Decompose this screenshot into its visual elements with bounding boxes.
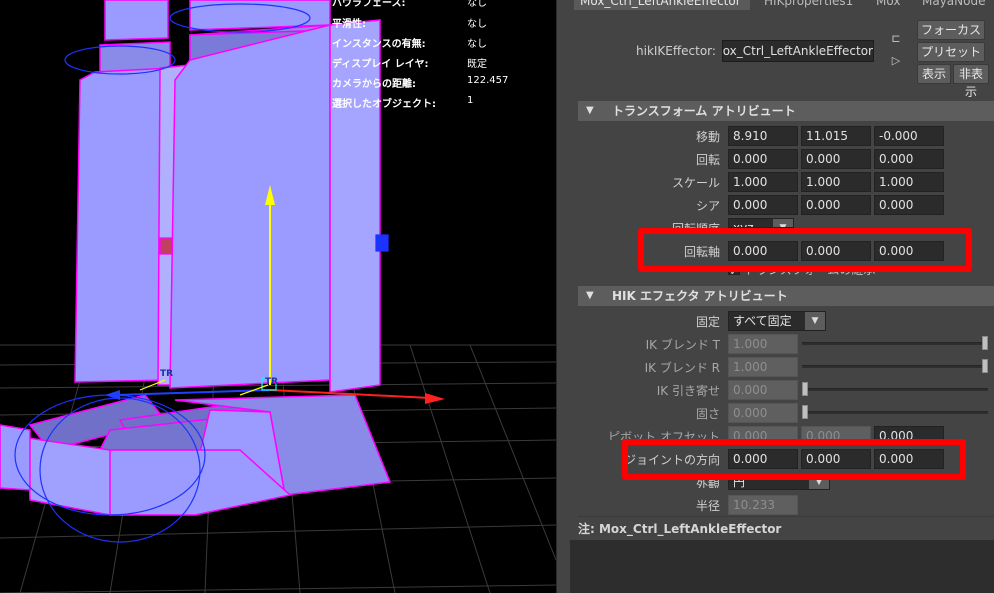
ik-pull-label: IK 引き寄せ: [656, 384, 720, 398]
scene-render[interactable]: [0, 0, 556, 593]
rotate-order-dropdown[interactable]: xyz ▼: [728, 218, 794, 228]
output-connection-icon[interactable]: ▷: [888, 54, 904, 68]
shear-y-field[interactable]: 0.000: [801, 195, 871, 215]
rotate-x-field[interactable]: 0.000: [728, 149, 798, 169]
section-title: トランスフォーム アトリビュート: [612, 104, 796, 118]
node-type-label: hikIKEffector:: [636, 44, 716, 58]
pinning-label: 固定: [695, 315, 720, 329]
chevron-down-icon: ▼: [805, 312, 825, 330]
collapse-triangle-icon: ▼: [586, 290, 594, 301]
pinning-dropdown[interactable]: すべて固定 ▼: [728, 311, 826, 331]
ik-pull-field[interactable]: 0.000: [728, 380, 798, 400]
section-hik-effector-attributes[interactable]: ▼ HIK エフェクタ アトリビュート: [578, 286, 994, 306]
shear-x-field[interactable]: 0.000: [728, 195, 798, 215]
shear-label: シア: [695, 199, 720, 213]
stiffness-label: 固さ: [695, 407, 720, 421]
hide-button[interactable]: 非表示: [953, 64, 989, 99]
tab-mox-ctrl-left-ankle-effector[interactable]: Mox_Ctrl_LeftAnkleEffector: [574, 0, 750, 10]
ik-blend-r-slider[interactable]: [802, 359, 988, 373]
viewport-3d[interactable]: TR TR ハウラフェース: なし 平滑性: なし インスタンスの有無: なし ディス…: [0, 0, 556, 593]
rotate-z-field[interactable]: 0.000: [874, 149, 944, 169]
manip-label-tr-2: TR: [265, 377, 279, 387]
ik-blend-r-field[interactable]: 1.000: [728, 357, 798, 377]
pivot-offset-x-field[interactable]: 0.000: [728, 426, 798, 440]
tab-hikproperties1[interactable]: HIKproperties1: [758, 0, 859, 10]
attribute-editor: Mox_Ctrl_LeftAnkleEffector HIKproperties…: [570, 0, 994, 593]
notes-label: 注: Mox_Ctrl_LeftAnkleEffector: [578, 522, 782, 536]
scale-x-field[interactable]: 1.000: [728, 172, 798, 192]
rotate-y-field[interactable]: 0.000: [801, 149, 871, 169]
translate-x-field[interactable]: 8.910: [728, 126, 798, 146]
tab-mayanode[interactable]: MayaNode: [916, 0, 991, 10]
slider-knob[interactable]: [982, 359, 988, 373]
rotate-label: 回転: [695, 153, 720, 167]
translate-y-field[interactable]: 11.015: [801, 126, 871, 146]
ik-blend-r-label: IK ブレンド R: [644, 361, 720, 375]
section-title: HIK エフェクタ アトリビュート: [612, 289, 788, 303]
panel-splitter[interactable]: [556, 0, 570, 593]
highlight-joint-orient: [622, 439, 966, 480]
pivot-offset-y-field[interactable]: 0.000: [801, 426, 871, 440]
pivot-offset-z-field[interactable]: 0.000: [874, 426, 944, 440]
rotate-order-label: 回転順序: [580, 220, 720, 228]
radius-label: 半径: [695, 499, 720, 513]
translate-label: 移動: [695, 130, 720, 144]
shear-z-field[interactable]: 0.000: [874, 195, 944, 215]
scale-z-field[interactable]: 1.000: [874, 172, 944, 192]
slider-knob[interactable]: [802, 405, 808, 419]
slider-knob[interactable]: [982, 336, 988, 350]
scale-y-field[interactable]: 1.000: [801, 172, 871, 192]
radius-field[interactable]: 10.233: [728, 495, 798, 515]
ik-pull-slider[interactable]: [802, 382, 988, 396]
manip-label-tr-1: TR: [160, 369, 174, 379]
chevron-down-icon: ▼: [773, 219, 793, 227]
section-separator: [578, 516, 994, 517]
scale-label: スケール: [671, 176, 720, 190]
input-connection-icon[interactable]: ⊏: [888, 32, 904, 46]
translate-z-field[interactable]: -0.000: [874, 126, 944, 146]
stiffness-field[interactable]: 0.000: [728, 403, 798, 423]
node-tabs: Mox_Ctrl_LeftAnkleEffector HIKproperties…: [570, 0, 994, 10]
notes-textarea[interactable]: [570, 540, 994, 593]
section-transform-attributes[interactable]: ▼ トランスフォーム アトリビュート: [578, 101, 994, 121]
preset-button[interactable]: プリセット: [917, 42, 985, 62]
node-name-field[interactable]: Mox_Ctrl_LeftAnkleEffector: [722, 40, 874, 62]
highlight-rotate-axis: [638, 228, 972, 272]
ik-blend-t-field[interactable]: 1.000: [728, 334, 798, 354]
collapse-triangle-icon: ▼: [586, 105, 594, 116]
ik-blend-t-label: IK ブレンド T: [645, 338, 720, 352]
focus-button[interactable]: フォーカス: [917, 20, 985, 40]
tab-mox[interactable]: Mox: [870, 0, 906, 10]
ik-blend-t-slider[interactable]: [802, 336, 988, 350]
slider-knob[interactable]: [802, 382, 808, 396]
show-button[interactable]: 表示: [917, 64, 951, 84]
stiffness-slider[interactable]: [802, 405, 988, 419]
